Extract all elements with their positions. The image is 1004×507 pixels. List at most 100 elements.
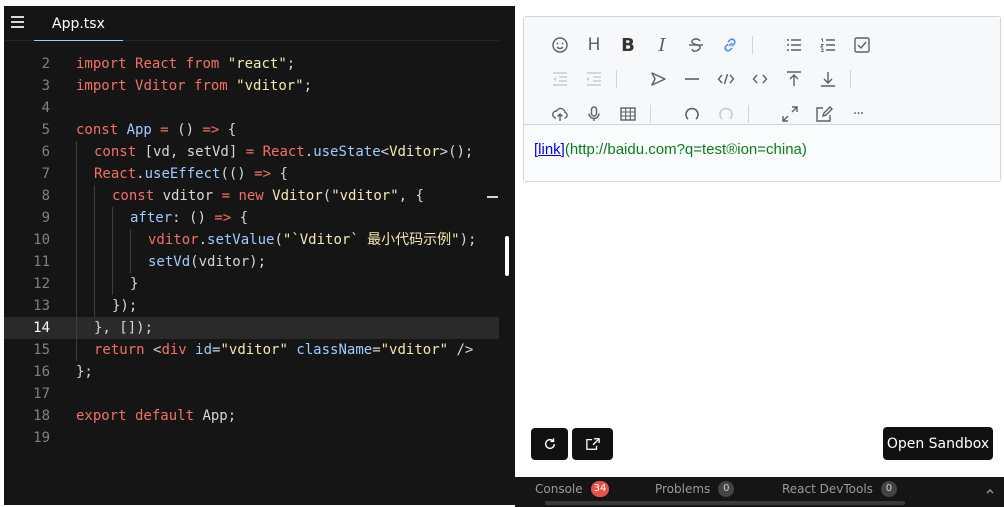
emoji-icon[interactable] <box>546 31 574 59</box>
code-token: React <box>135 56 178 72</box>
open-new-window-button[interactable] <box>572 428 613 460</box>
record-icon[interactable] <box>580 100 608 128</box>
edit-mode-icon[interactable] <box>810 100 838 128</box>
code-token: = <box>151 122 178 138</box>
tab-app-tsx[interactable]: App.tsx <box>34 6 123 41</box>
code-line[interactable]: 12} <box>4 273 499 295</box>
horizontal-scrollbar[interactable] <box>545 501 905 505</box>
tab-react-devtools[interactable]: React DevTools 0 <box>782 477 897 501</box>
headings-glyph: H <box>587 35 601 55</box>
panel-divider[interactable] <box>499 6 515 505</box>
code-line[interactable]: 18 export default App; <box>4 405 499 427</box>
devtools-bar: Console 34 Problems 0 React DevTools 0 <box>515 477 1004 507</box>
code-token: : () <box>172 210 215 226</box>
line-icon[interactable] <box>678 65 706 93</box>
editor-content[interactable]: [link](http://baidu.com?q=test®ion=china… <box>524 125 1000 181</box>
code-line[interactable]: 17 <box>4 383 499 405</box>
code-text: }); <box>112 295 137 317</box>
preview-panel: H B I ··· [link](http://baidu.com?q=test®io… <box>515 6 1004 477</box>
code-text: const App = () => { <box>76 119 236 141</box>
italic-icon[interactable]: I <box>648 31 676 59</box>
resize-handle[interactable] <box>505 236 509 276</box>
tab-problems[interactable]: Problems 0 <box>655 477 735 501</box>
bold-icon[interactable]: B <box>614 31 642 59</box>
code-line[interactable]: 13}); <box>4 295 499 317</box>
code-line[interactable]: 9 after: () => { <box>4 207 499 229</box>
code-text: }, []); <box>94 317 153 339</box>
code-line[interactable]: 14}, []); <box>4 317 499 339</box>
undo-icon[interactable] <box>678 100 706 128</box>
link-icon[interactable] <box>716 31 744 59</box>
check-icon[interactable] <box>848 31 876 59</box>
code-line[interactable]: 4 <box>4 97 499 119</box>
markdown-link-url: (http://baidu.com?q=test®ion=china) <box>564 141 807 158</box>
line-number: 2 <box>41 56 50 72</box>
code-token: vditor <box>148 232 199 248</box>
ordered-list-icon[interactable] <box>814 31 842 59</box>
code-token: useEffect <box>144 166 221 182</box>
indent-guide <box>76 339 77 361</box>
code-line[interactable]: 16}; <box>4 361 499 383</box>
tab-console[interactable]: Console 34 <box>535 477 610 501</box>
refresh-button[interactable] <box>531 428 568 460</box>
line-number: 19 <box>33 430 50 446</box>
code-area[interactable]: 2 import React from "react"; 3 import Vdito… <box>4 42 499 505</box>
indent-guide <box>76 207 77 229</box>
line-number: 16 <box>33 364 50 380</box>
chevron-up-icon[interactable] <box>984 485 996 497</box>
code-token: . <box>136 166 145 182</box>
code-token: [vd, setVd] <box>144 144 246 160</box>
indent-guide <box>76 141 77 163</box>
scroll-indicator <box>487 196 498 198</box>
code-text: import React from "react"; <box>76 53 295 75</box>
headings-icon[interactable]: H <box>580 31 608 59</box>
code-token: after <box>130 210 173 226</box>
markdown-link-text[interactable]: [link] <box>534 141 565 158</box>
more-glyph: ··· <box>852 106 864 122</box>
indent-guide <box>94 185 95 207</box>
code-line[interactable]: 11 setVd(vditor); <box>4 251 499 273</box>
table-icon[interactable] <box>614 100 642 128</box>
upload-icon[interactable] <box>546 100 574 128</box>
code-editor-panel[interactable]: App.tsx 2 import React from "react"; 3 impo… <box>4 6 499 505</box>
code-token: /> <box>448 342 474 358</box>
code-line[interactable]: 6 const [vd, setVd] = React.useState<Vdit… <box>4 141 499 163</box>
code-line[interactable]: 10 vditor.setValue("`Vditor` 最小代码示例"); <box>4 229 499 251</box>
code-line[interactable]: 8 const vditor = new Vditor("vditor", { <box>4 185 499 207</box>
fullscreen-icon[interactable] <box>776 100 804 128</box>
insert-after-icon[interactable] <box>814 65 842 93</box>
code-text: }; <box>76 361 93 383</box>
code-line[interactable]: 7 React.useEffect(() => { <box>4 163 499 185</box>
line-number: 11 <box>33 254 50 270</box>
italic-glyph: I <box>658 34 666 56</box>
hamburger-menu-icon[interactable] <box>11 16 25 30</box>
code-line[interactable]: 5 const App = () => { <box>4 119 499 141</box>
outdent-icon[interactable] <box>546 65 574 93</box>
line-number: 6 <box>41 144 50 160</box>
code-token: { <box>227 122 237 138</box>
open-sandbox-button[interactable]: Open Sandbox <box>883 427 993 460</box>
inline-code-icon[interactable] <box>746 65 774 93</box>
indent-icon[interactable] <box>580 65 608 93</box>
toolbar-divider <box>650 105 651 123</box>
code-line[interactable]: 2 import React from "react"; <box>4 53 499 75</box>
strike-icon[interactable] <box>682 31 710 59</box>
code-line[interactable]: 15 return <div id="vditor" className="vdi… <box>4 339 499 361</box>
more-icon[interactable]: ··· <box>844 100 872 128</box>
redo-icon[interactable] <box>712 100 740 128</box>
code-line[interactable]: 19 <box>4 427 499 449</box>
code-token: < <box>380 144 390 160</box>
code-token: Vditor <box>135 78 186 94</box>
code-icon[interactable] <box>712 65 740 93</box>
insert-before-icon[interactable] <box>780 65 808 93</box>
quote-icon[interactable] <box>644 65 672 93</box>
code-token: useState <box>313 144 381 160</box>
list-icon[interactable] <box>780 31 808 59</box>
code-token: Vditor <box>272 188 323 204</box>
indent-guide <box>112 207 113 229</box>
code-token: => <box>214 210 240 226</box>
code-token: >(); <box>439 144 474 160</box>
code-line[interactable]: 3 import Vditor from "vditor"; <box>4 75 499 97</box>
tab-problems-label: Problems <box>655 482 711 496</box>
code-token: className <box>296 342 373 358</box>
